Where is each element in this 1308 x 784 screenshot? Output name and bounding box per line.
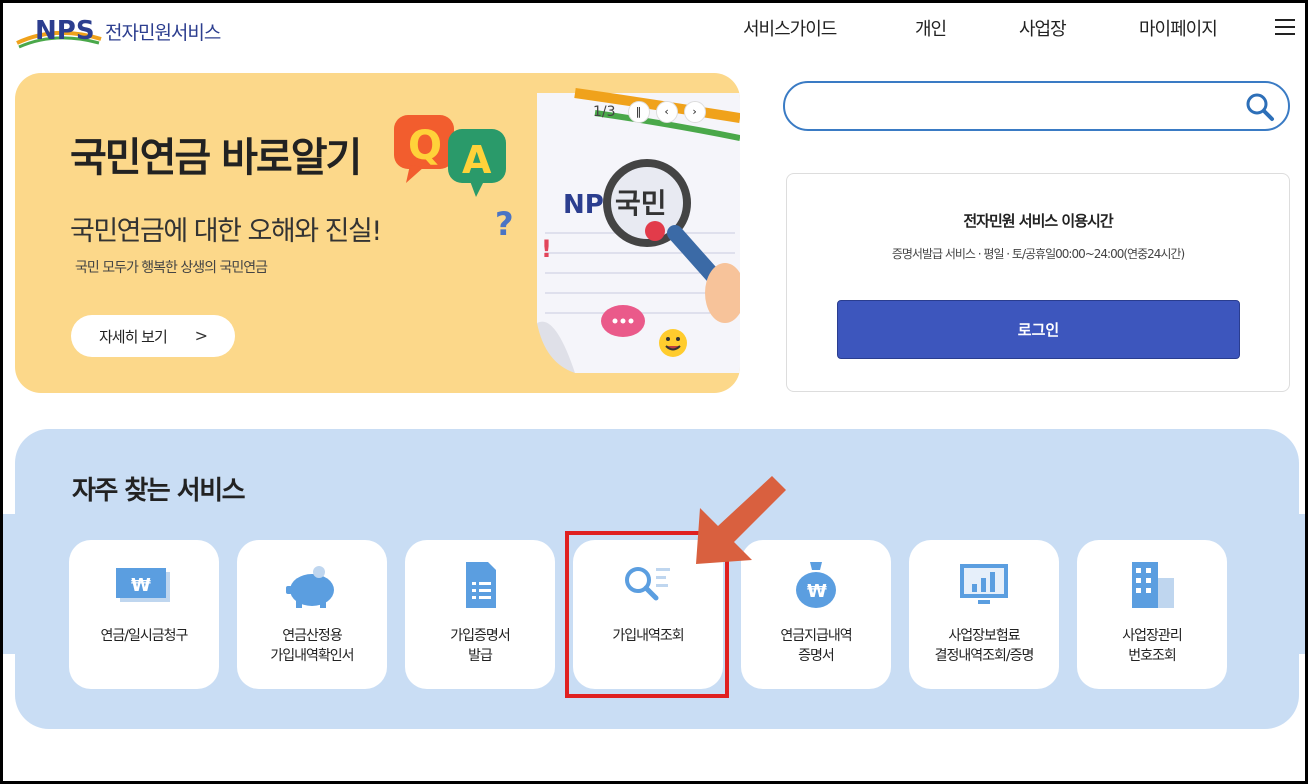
svg-text:국민: 국민 [615,187,667,220]
login-card: 전자민원 서비스 이용시간 증명서발급 서비스 · 평일 · 토/공휴일00:0… [786,173,1290,392]
service-hours-title: 전자민원 서비스 이용시간 [963,212,1113,230]
slide-counter: 1/3 [593,104,616,120]
service-pension-claim[interactable]: ₩ 연금/일시금청구 [69,540,219,689]
service-label: 사업장보험료 결정내역조회/증명 [934,628,1035,664]
banner-more-label: 자세히 보기 [99,327,168,346]
service-label: 가입증명서 발급 [450,628,510,664]
svg-text:Q: Q [408,123,442,169]
search-input[interactable] [805,93,1235,119]
banner-title: 국민연금 바로알기 [70,135,362,181]
service-membership-cert[interactable]: 가입증명서 발급 [405,540,555,689]
login-button[interactable]: 로그인 [837,300,1240,359]
won-card-icon: ₩ [114,560,174,610]
chevron-left-icon[interactable]: ‹ [655,101,678,123]
promo-banner: 국민연금 바로알기 Q A 국민연금에 대한 오해와 진실! 국민 모두가 행복… [15,73,740,393]
nav-service-guide[interactable]: 서비스가이드 [743,15,915,41]
monitor-chart-icon [954,560,1014,610]
service-pension-calc-cert[interactable]: 연금산정용 가입내역확인서 [237,540,387,689]
svg-text:₩: ₩ [131,575,151,596]
service-label: 연금산정용 가입내역확인서 [270,628,354,664]
logo-text: 전자민원서비스 [105,21,221,44]
service-label: 사업장관리 번호조회 [1122,628,1182,664]
building-icon [1122,560,1182,610]
nav-mypage[interactable]: 마이페이지 [1139,15,1259,41]
services-title: 자주 찾는 서비스 [72,476,246,506]
banner-more-button[interactable]: 자세히 보기 > [71,315,235,357]
search-icon[interactable] [1244,91,1276,123]
chevron-right-icon: > [194,326,208,345]
main-nav: 서비스가이드 개인 사업장 마이페이지 [743,15,1259,41]
service-label: 연금/일시금청구 [100,628,189,644]
service-hours-desc: 증명서발급 서비스 · 평일 · 토/공휴일00:00~24:00(연중24시간… [891,247,1185,261]
service-business-premium[interactable]: 사업장보험료 결정내역조회/증명 [909,540,1059,689]
nav-personal[interactable]: 개인 [915,15,1019,41]
nps-logo-icon: NPS [15,9,105,53]
slider-controls: 1/3 ‖ ‹ › [593,101,712,123]
svg-text:A: A [462,138,492,182]
exclamation-icon: ! [541,235,552,263]
svg-text:₩: ₩ [807,581,827,602]
service-label: 연금지급내역 증명서 [780,628,852,664]
qa-speech-bubble-icon: Q A [390,103,520,203]
banner-caption: 국민 모두가 행복한 상생의 국민연금 [75,260,268,276]
piggy-bank-icon [282,560,342,610]
menu-icon[interactable] [1275,19,1295,35]
header: NPS 전자민원서비스 서비스가이드 개인 사업장 마이페이지 [3,3,1305,55]
site-logo[interactable]: NPS 전자민원서비스 [15,9,221,53]
service-business-number-lookup[interactable]: 사업장관리 번호조회 [1077,540,1227,689]
money-bag-icon: ₩ [786,560,846,610]
pointer-arrow-icon [690,468,790,568]
nav-business[interactable]: 사업장 [1019,15,1139,41]
search-bar [783,81,1290,131]
pause-icon[interactable]: ‖ [627,101,650,123]
chevron-right-icon[interactable]: › [683,101,706,123]
document-icon [450,560,510,610]
svg-text:NPS: NPS [35,16,95,46]
banner-subtitle: 국민연금에 대한 오해와 진실! [70,216,382,247]
question-mark-icon: ? [495,205,514,243]
